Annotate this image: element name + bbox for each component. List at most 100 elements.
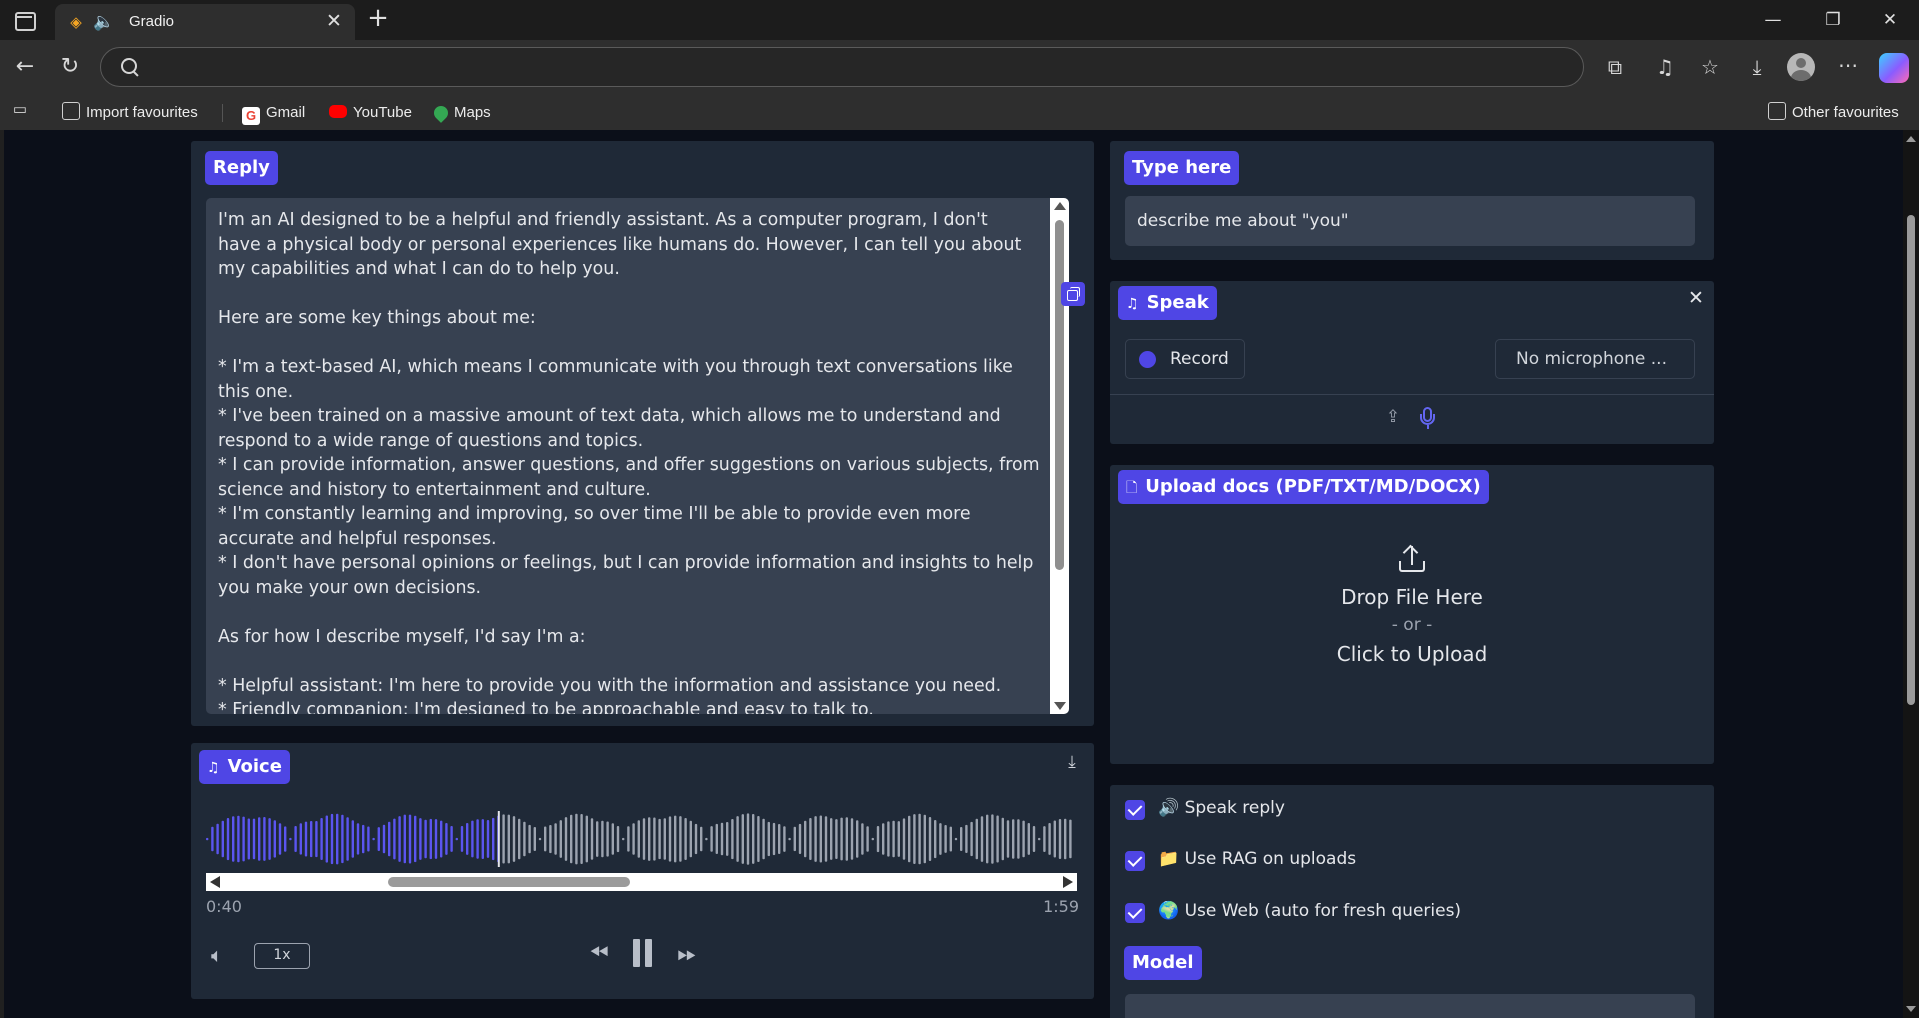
fast-forward-icon[interactable]: ⏩︎ bbox=[669, 939, 705, 969]
waveform-bar bbox=[928, 817, 932, 861]
downloads-icon[interactable]: ⤓ bbox=[1742, 52, 1772, 82]
browser-tab-gradio[interactable]: ◈ 🔈 Gradio ✕ bbox=[55, 4, 355, 40]
waveform-bar bbox=[284, 826, 287, 852]
extensions-icon[interactable]: ⧉ bbox=[1600, 52, 1630, 82]
upload-label: 🗋 Upload docs (PDF/TXT/MD/DOCX) bbox=[1118, 470, 1489, 504]
media-control-icon[interactable]: ♫ bbox=[1650, 52, 1680, 82]
copilot-icon[interactable] bbox=[1879, 53, 1909, 83]
upload-audio-icon[interactable]: ⇪ bbox=[1382, 407, 1404, 431]
waveform-bar bbox=[388, 821, 391, 857]
waveform-bar bbox=[585, 815, 588, 863]
reply-scrollbar[interactable] bbox=[1050, 198, 1069, 714]
record-button[interactable]: Record bbox=[1125, 339, 1245, 379]
file-dropzone[interactable]: Drop File Here - or - Click to Upload bbox=[1110, 515, 1714, 764]
restore-icon[interactable]: ❐ bbox=[1813, 6, 1853, 34]
back-icon[interactable]: ← bbox=[10, 52, 40, 82]
waveform-bar bbox=[424, 819, 427, 859]
audio-timeline-scrollbar[interactable] bbox=[206, 873, 1077, 891]
microphone-icon[interactable] bbox=[1417, 405, 1439, 431]
upload-panel: 🗋 Upload docs (PDF/TXT/MD/DOCX) Drop File… bbox=[1110, 465, 1714, 764]
waveform-bar bbox=[247, 818, 250, 860]
copy-icon[interactable] bbox=[1061, 282, 1085, 306]
waveform-bar bbox=[252, 818, 256, 860]
waveform-bar bbox=[1017, 819, 1020, 859]
use-web-checkbox[interactable] bbox=[1125, 903, 1145, 923]
scroll-right-icon[interactable] bbox=[1063, 876, 1073, 888]
address-bar[interactable] bbox=[100, 47, 1584, 87]
waveform-bar bbox=[705, 837, 708, 841]
waveform-bar bbox=[273, 820, 276, 858]
pause-icon[interactable] bbox=[628, 933, 658, 969]
waveform-bar bbox=[757, 816, 760, 862]
bookmark-youtube[interactable]: YouTube bbox=[329, 102, 412, 124]
playback-speed-button[interactable]: 1x bbox=[254, 943, 310, 969]
download-icon[interactable]: ⤓ bbox=[1061, 752, 1083, 774]
timeline-thumb[interactable] bbox=[388, 877, 630, 887]
favourites-icon[interactable]: ☆ bbox=[1695, 52, 1725, 82]
waveform-bar bbox=[923, 814, 926, 864]
waveform-bar bbox=[653, 817, 656, 861]
use-rag-checkbox[interactable] bbox=[1125, 851, 1145, 871]
speaker-icon[interactable]: 🔈 bbox=[93, 12, 115, 32]
collections-icon[interactable]: ▭ bbox=[8, 98, 32, 122]
scroll-up-icon[interactable] bbox=[1906, 136, 1916, 142]
waveform-bar bbox=[965, 824, 968, 853]
waveform-bar bbox=[408, 814, 412, 864]
reply-text: I'm an AI designed to be a helpful and f… bbox=[218, 210, 1040, 714]
microphone-select[interactable]: No microphone ... bbox=[1495, 339, 1695, 379]
waveform-bar bbox=[632, 823, 635, 855]
refresh-icon[interactable]: ↻ bbox=[55, 52, 85, 82]
address-input[interactable] bbox=[153, 54, 1553, 80]
use-web-label: 🌍 Use Web (auto for fresh queries) bbox=[1158, 901, 1461, 921]
model-select[interactable] bbox=[1125, 994, 1695, 1018]
waveform-bar bbox=[856, 820, 859, 858]
waveform-bar bbox=[481, 819, 484, 859]
page-scrollbar[interactable] bbox=[1903, 130, 1919, 1018]
waveform-bar bbox=[559, 820, 562, 858]
waveform-bar bbox=[367, 826, 370, 852]
volume-icon[interactable]: 🔈︎ bbox=[211, 943, 239, 967]
waveform-bar bbox=[429, 818, 432, 860]
bookmark-gmail[interactable]: G Gmail bbox=[242, 102, 305, 125]
scroll-down-icon[interactable] bbox=[1054, 702, 1066, 710]
audio-waveform[interactable] bbox=[206, 809, 1077, 869]
scroll-up-icon[interactable] bbox=[1054, 202, 1066, 210]
speak-reply-checkbox[interactable] bbox=[1125, 800, 1145, 820]
more-icon[interactable]: ⋯ bbox=[1833, 50, 1863, 80]
scroll-down-icon[interactable] bbox=[1906, 1006, 1916, 1012]
waveform-bar bbox=[544, 826, 547, 852]
waveform-bar bbox=[668, 816, 672, 862]
waveform-bar bbox=[788, 837, 791, 841]
waveform-bar bbox=[304, 821, 308, 857]
waveform-bar bbox=[908, 815, 911, 863]
bookmark-maps[interactable]: Maps bbox=[431, 102, 491, 124]
waveform-bar bbox=[476, 819, 479, 859]
waveform-bar bbox=[1038, 837, 1041, 841]
minimize-icon[interactable]: — bbox=[1753, 6, 1793, 34]
bookmark-other-favourites[interactable]: Other favourites bbox=[1768, 102, 1899, 124]
waveform-bar bbox=[850, 818, 854, 860]
use-web-text: Use Web (auto for fresh queries) bbox=[1184, 901, 1462, 921]
music-note-icon: ♫ bbox=[1126, 296, 1139, 312]
waveform-bar bbox=[746, 813, 750, 865]
reply-textbox[interactable]: I'm an AI designed to be a helpful and f… bbox=[206, 198, 1069, 714]
window-close-icon[interactable]: ✕ bbox=[1870, 6, 1910, 34]
page-scroll-thumb[interactable] bbox=[1907, 215, 1915, 705]
close-icon[interactable]: ✕ bbox=[1685, 287, 1707, 309]
waveform-bar bbox=[580, 814, 583, 864]
new-tab-icon[interactable]: + bbox=[365, 5, 391, 32]
rewind-icon[interactable]: ⏪︎ bbox=[581, 939, 617, 969]
waveform-bar bbox=[596, 821, 599, 857]
sidebar-toggle-icon[interactable] bbox=[12, 9, 38, 31]
waveform-bar bbox=[393, 818, 396, 860]
reply-scroll-thumb[interactable] bbox=[1055, 220, 1064, 570]
waveform-bar bbox=[892, 820, 895, 858]
scroll-left-icon[interactable] bbox=[210, 876, 220, 888]
prompt-input[interactable] bbox=[1125, 196, 1695, 246]
close-tab-icon[interactable]: ✕ bbox=[323, 10, 345, 32]
profile-avatar[interactable] bbox=[1787, 53, 1815, 81]
playhead[interactable] bbox=[497, 811, 500, 867]
bookmark-import-favourites[interactable]: Import favourites bbox=[62, 102, 198, 124]
waveform-bar bbox=[341, 814, 344, 864]
record-label: Record bbox=[1170, 349, 1229, 369]
